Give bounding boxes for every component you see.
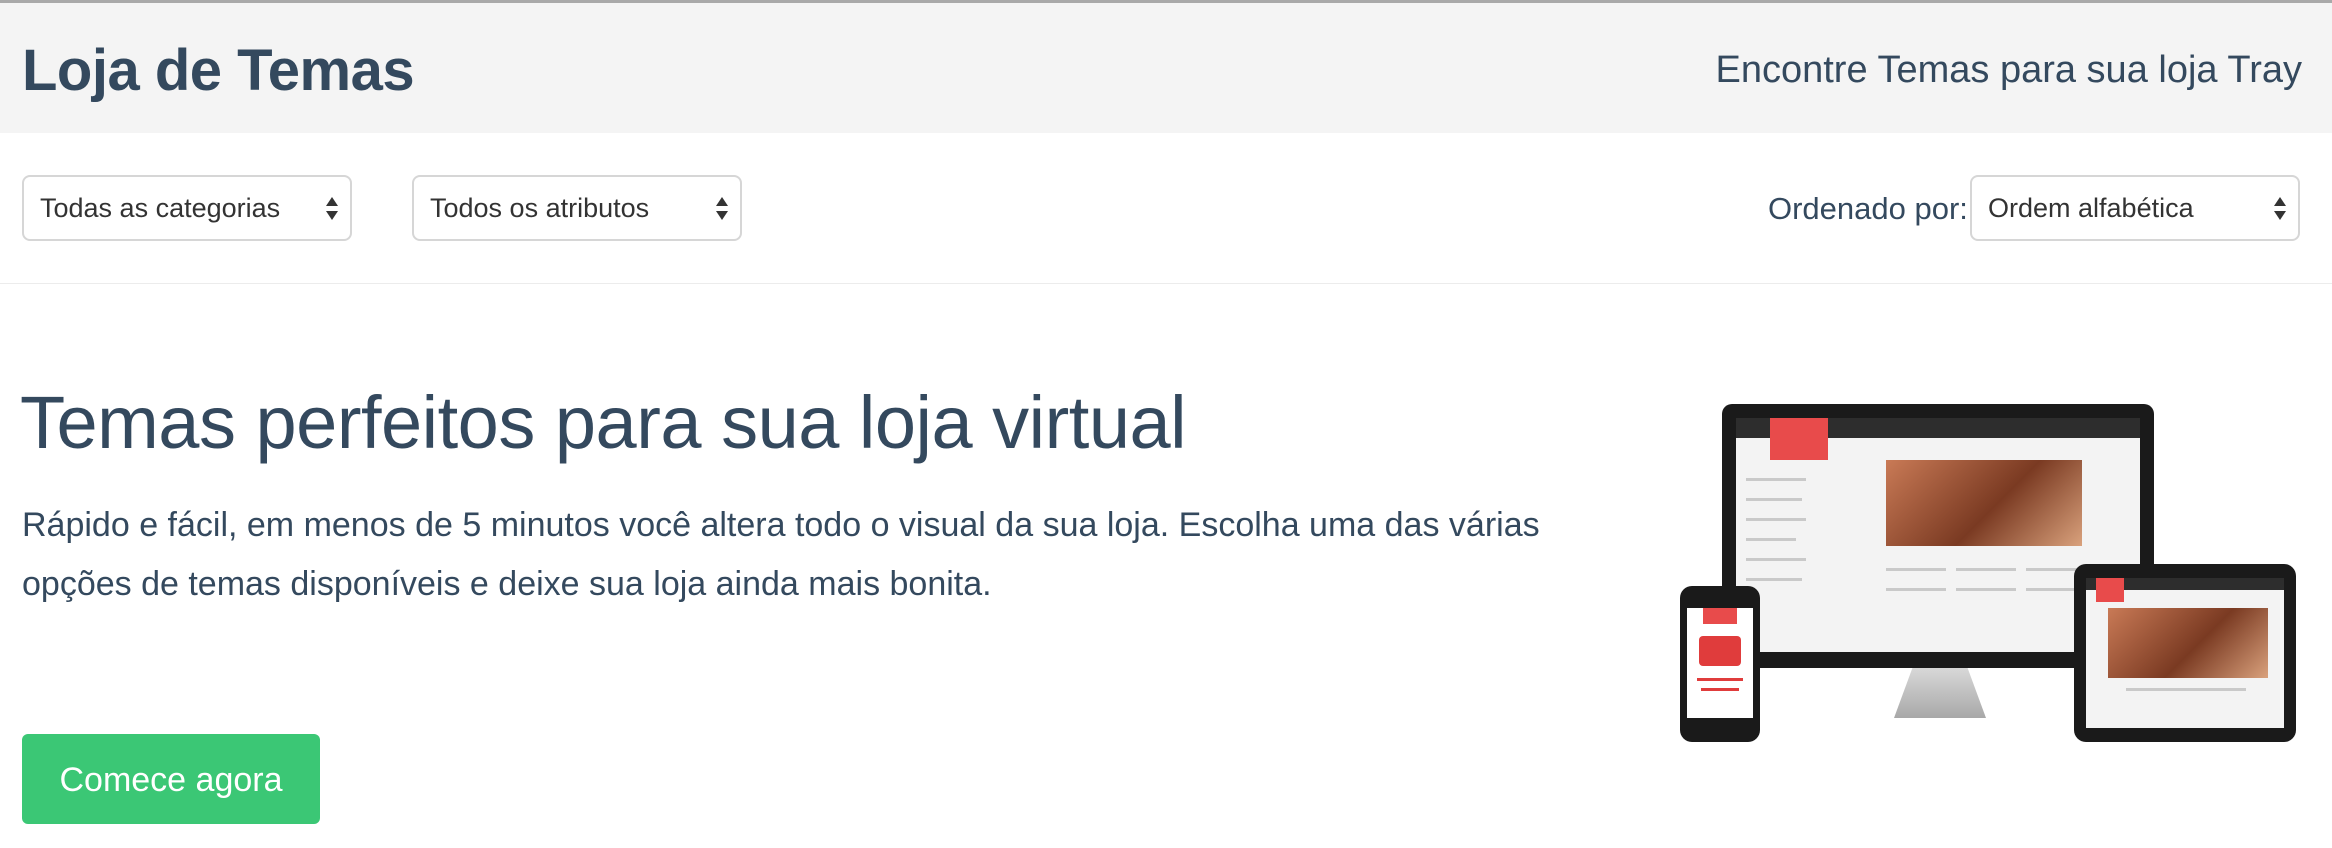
page-header: Loja de Temas Encontre Temas para sua lo… xyxy=(0,3,2332,133)
order-select[interactable]: Ordem alfabética xyxy=(1970,175,2300,241)
chevron-up-down-icon xyxy=(326,197,338,221)
responsive-devices-illustration xyxy=(1680,400,2310,750)
attribute-select-value: Todos os atributos xyxy=(430,193,650,223)
tablet-image xyxy=(2074,564,2296,742)
chevron-up-down-icon xyxy=(2274,197,2286,221)
chevron-up-down-icon xyxy=(716,197,728,221)
order-select-value: Ordem alfabética xyxy=(1988,193,2194,223)
monitor-stand xyxy=(1894,668,1986,718)
phone-image xyxy=(1680,586,1760,742)
order-label: Ordenado por: xyxy=(1768,191,1968,226)
filter-bar: Todas as categorias Todos os atributos O… xyxy=(0,133,2332,284)
header-tagline: Encontre Temas para sua loja Tray xyxy=(1715,49,2303,91)
hero-title: Temas perfeitos para sua loja virtual xyxy=(20,381,1187,464)
category-select-value: Todas as categorias xyxy=(40,193,281,223)
hero-description: Rápido e fácil, em menos de 5 minutos vo… xyxy=(22,506,1540,603)
attribute-select[interactable]: Todos os atributos xyxy=(412,175,742,241)
page-title: Loja de Temas xyxy=(22,38,415,103)
category-select[interactable]: Todas as categorias xyxy=(22,175,352,241)
start-now-button[interactable]: Comece agora xyxy=(22,734,320,824)
